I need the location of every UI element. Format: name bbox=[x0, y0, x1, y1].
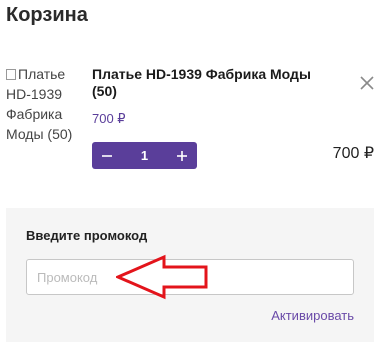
product-name[interactable]: Платье HD-1939 Фабрика Моды (50) bbox=[92, 66, 327, 100]
page-title: Корзина bbox=[6, 4, 88, 26]
increase-quantity-button[interactable] bbox=[167, 142, 197, 169]
broken-image-icon bbox=[6, 69, 16, 80]
plus-icon bbox=[177, 150, 187, 161]
minus-icon bbox=[102, 154, 112, 157]
product-image[interactable]: Платье HD-1939 Фабрика Моды (50) bbox=[6, 64, 78, 144]
close-icon bbox=[360, 76, 374, 90]
decrease-quantity-button[interactable] bbox=[92, 142, 122, 169]
annotation-arrow-icon bbox=[116, 254, 208, 300]
quantity-value[interactable]: 1 bbox=[125, 142, 165, 169]
remove-item-button[interactable] bbox=[358, 74, 376, 92]
quantity-stepper[interactable]: 1 bbox=[92, 142, 197, 169]
activate-promo-link[interactable]: Активировать bbox=[271, 308, 354, 323]
item-total-price: 700 ₽ bbox=[332, 145, 374, 162]
product-unit-price: 700 ₽ bbox=[92, 111, 126, 126]
promo-code-label: Введите промокод bbox=[26, 228, 148, 243]
